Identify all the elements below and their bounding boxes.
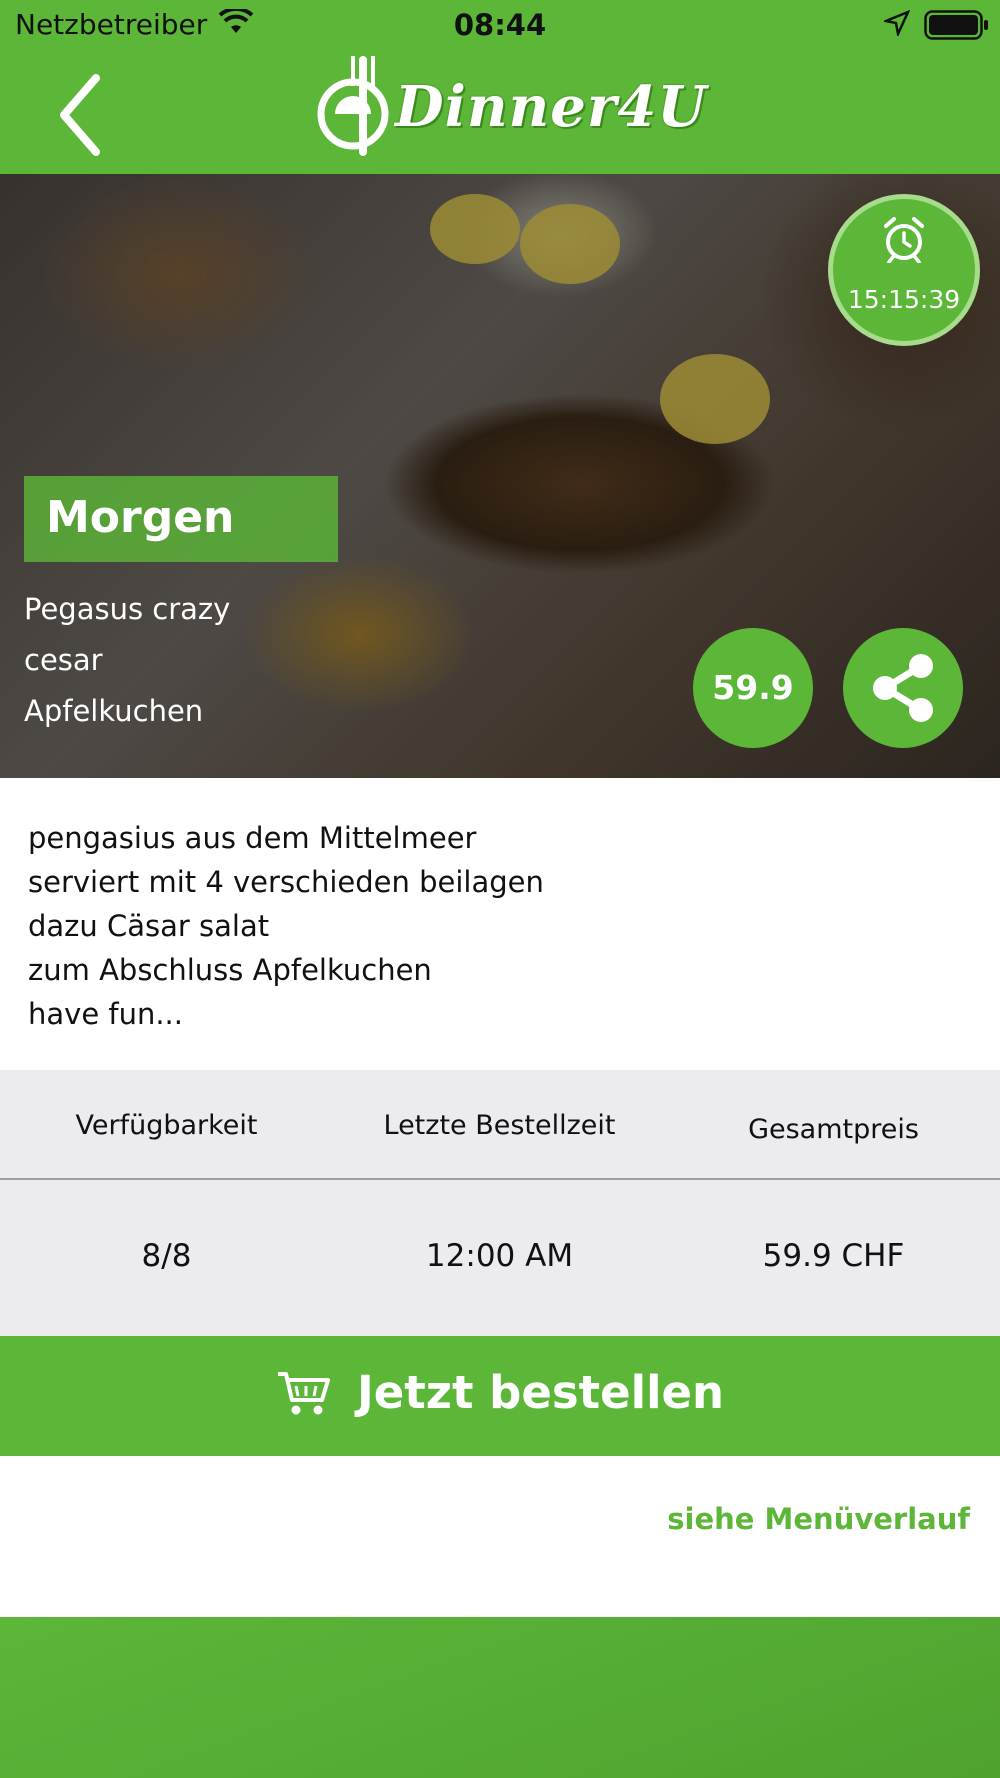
timer-value: 15:15:39 (847, 285, 961, 314)
description-line: serviert mit 4 verschieden beilagen (28, 865, 544, 899)
order-now-button[interactable]: Jetzt bestellen (0, 1336, 1000, 1456)
back-button[interactable] (52, 72, 112, 158)
description-line: pengasius aus dem Mittelmeer (28, 821, 477, 855)
dish-item: Pegasus crazy (24, 592, 231, 626)
status-time: 08:44 (453, 8, 547, 42)
share-button[interactable] (843, 628, 963, 748)
dish-item: cesar (24, 643, 103, 677)
menu-hero-image: 15:15:39 Morgen Pegasus crazy cesar Apfe… (0, 174, 1000, 778)
order-button-label: Jetzt bestellen (356, 1366, 725, 1419)
menu-description: pengasius aus dem Mittelmeer serviert mi… (28, 816, 544, 1036)
battery-icon (924, 10, 988, 40)
plate-cutlery-icon (317, 56, 389, 156)
cart-icon (277, 1371, 330, 1414)
availability-value: 8/8 (141, 1238, 192, 1274)
table-header-row: Verfügbarkeit Letzte Bestellzeit Gesamtp… (0, 1070, 1000, 1180)
menu-history-link[interactable]: siehe Menüverlauf (667, 1502, 970, 1536)
header-total-price: Gesamtpreis (748, 1114, 919, 1145)
logo-text: Dinner4U (395, 74, 708, 140)
chevron-left-icon (60, 74, 100, 156)
header-availability: Verfügbarkeit (75, 1110, 258, 1141)
navigation-bar: Netzbetreiber 08:44 Dinner4U (0, 0, 1000, 174)
category-badge: Morgen (24, 476, 338, 562)
total-price-value: 59.9 CHF (762, 1238, 905, 1274)
location-arrow-icon (884, 10, 910, 36)
order-button-content: Jetzt bestellen (0, 1366, 1000, 1419)
dish-list: Pegasus crazy cesar Apfelkuchen (24, 584, 230, 737)
share-icon (873, 654, 933, 722)
app-logo: Dinner4U (315, 52, 706, 160)
order-info-table: Verfügbarkeit Letzte Bestellzeit Gesamtp… (0, 1070, 1000, 1336)
footer-band (0, 1617, 1000, 1778)
description-line: zum Abschluss Apfelkuchen (28, 953, 432, 987)
status-bar: Netzbetreiber 08:44 (0, 0, 1000, 50)
countdown-timer: 15:15:39 (828, 194, 980, 346)
alarm-clock-icon (884, 217, 924, 263)
description-line: have fun... (28, 997, 183, 1031)
price-badge: 59.9 (693, 628, 813, 748)
header-last-order-time: Letzte Bestellzeit (383, 1110, 616, 1141)
description-line: dazu Cäsar salat (28, 909, 270, 943)
dish-item: Apfelkuchen (24, 694, 204, 728)
last-order-time-value: 12:00 AM (425, 1238, 574, 1274)
category-label: Morgen (46, 492, 235, 543)
